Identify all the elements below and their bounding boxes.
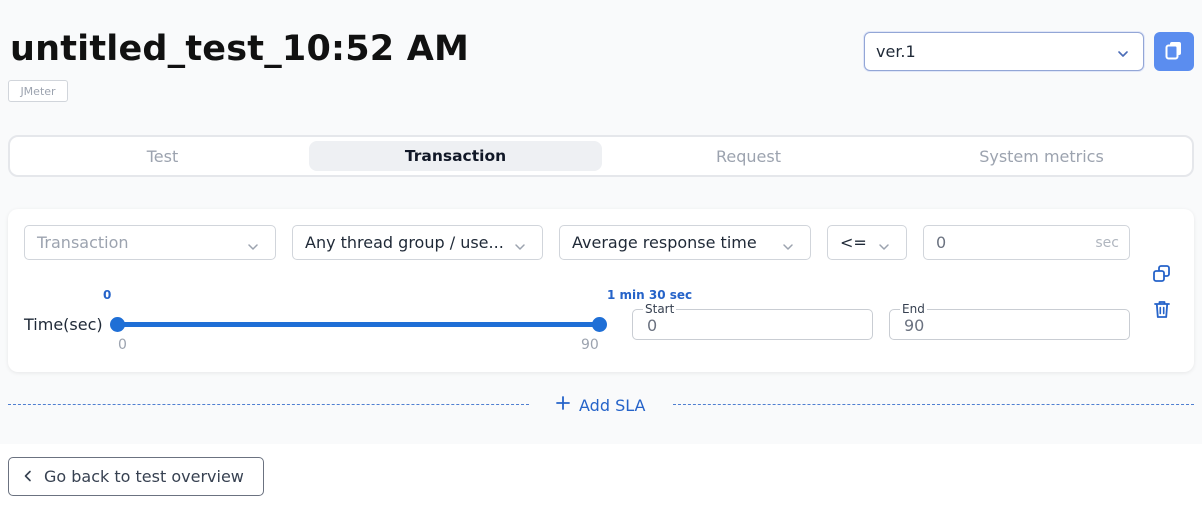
end-field-label: End bbox=[900, 302, 927, 316]
tab-test[interactable]: Test bbox=[16, 141, 309, 171]
time-label: Time(sec) bbox=[24, 315, 103, 334]
metric-select-value: Average response time bbox=[572, 233, 757, 252]
back-to-overview-button[interactable]: Go back to test overview bbox=[8, 457, 264, 496]
start-field-label: Start bbox=[643, 302, 677, 316]
version-select[interactable]: ver.1 bbox=[864, 32, 1144, 71]
operator-select[interactable]: <= bbox=[827, 225, 907, 260]
operator-select-value: <= bbox=[840, 233, 867, 252]
add-sla-label: Add SLA bbox=[579, 395, 646, 415]
page-title: untitled_test_10:52 AM bbox=[10, 29, 470, 69]
divider-right bbox=[673, 404, 1194, 405]
slider-end-display: 1 min 30 sec bbox=[607, 288, 693, 302]
version-select-value: ver.1 bbox=[876, 42, 916, 61]
chevron-down-icon bbox=[782, 238, 794, 257]
transaction-select[interactable]: Transaction bbox=[24, 225, 276, 260]
chevron-left-icon bbox=[23, 467, 33, 486]
slider-min-label: 0 bbox=[118, 337, 127, 353]
chevron-down-icon bbox=[1117, 45, 1129, 64]
tab-transaction[interactable]: Transaction bbox=[309, 141, 602, 171]
plus-icon bbox=[555, 395, 571, 415]
copy-button[interactable] bbox=[1154, 32, 1194, 71]
slider-end-handle[interactable] bbox=[592, 317, 607, 332]
slider-start-display: 0 bbox=[103, 288, 112, 302]
threshold-input[interactable]: 0 sec bbox=[923, 225, 1130, 260]
chevron-down-icon bbox=[247, 238, 259, 257]
tool-tag: JMeter bbox=[8, 80, 68, 102]
trash-icon[interactable] bbox=[1152, 299, 1172, 323]
slider-max-label: 90 bbox=[581, 337, 599, 353]
main-area: untitled_test_10:52 AM JMeter ver.1 Test… bbox=[0, 0, 1202, 444]
threshold-input-value: 0 bbox=[936, 233, 947, 252]
end-field-value: 90 bbox=[904, 316, 925, 335]
time-range-slider[interactable] bbox=[118, 322, 600, 327]
divider-left bbox=[8, 404, 529, 405]
thread-group-select[interactable]: Any thread group / use... bbox=[292, 225, 543, 260]
duplicate-icon[interactable] bbox=[1152, 264, 1172, 288]
chevron-down-icon bbox=[514, 238, 526, 257]
add-sla-button[interactable]: Add SLA bbox=[555, 394, 645, 416]
start-field[interactable]: Start 0 bbox=[632, 302, 873, 340]
chevron-down-icon bbox=[878, 238, 890, 257]
start-field-value: 0 bbox=[647, 316, 658, 335]
thread-group-select-value: Any thread group / use... bbox=[305, 233, 504, 252]
tab-request[interactable]: Request bbox=[602, 141, 895, 171]
slider-start-handle[interactable] bbox=[110, 317, 125, 332]
end-field[interactable]: End 90 bbox=[889, 302, 1130, 340]
tab-bar: Test Transaction Request System metrics bbox=[8, 135, 1194, 177]
transaction-select-placeholder: Transaction bbox=[37, 233, 129, 252]
tab-system-metrics[interactable]: System metrics bbox=[895, 141, 1188, 171]
metric-select[interactable]: Average response time bbox=[559, 225, 811, 260]
copy-icon bbox=[1163, 39, 1185, 65]
back-button-label: Go back to test overview bbox=[44, 467, 244, 486]
threshold-unit: sec bbox=[1095, 235, 1119, 251]
